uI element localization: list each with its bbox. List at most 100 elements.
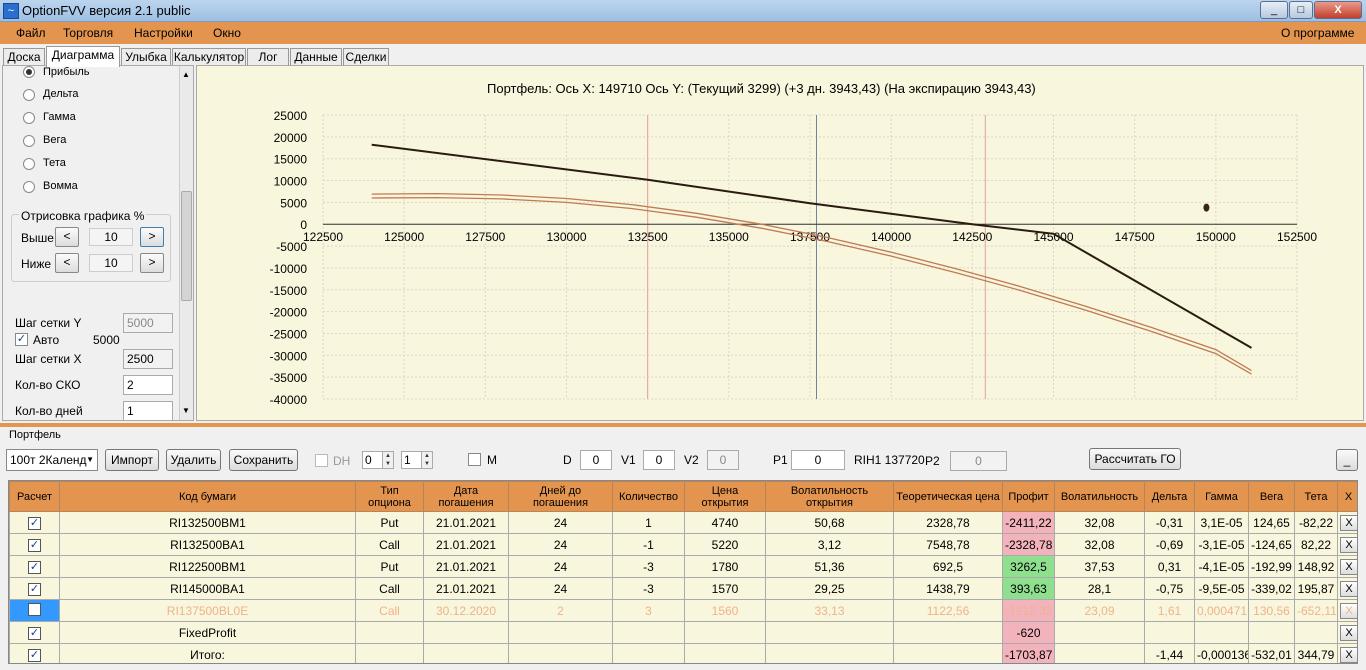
- radio-vomma[interactable]: [23, 181, 35, 193]
- radio-delta[interactable]: [23, 89, 35, 101]
- row-delete-button[interactable]: X: [1340, 536, 1357, 553]
- grid-y-input[interactable]: 5000: [123, 313, 173, 333]
- row-calc-checkbox[interactable]: ✓: [28, 583, 41, 596]
- v2-field[interactable]: 0: [707, 450, 739, 470]
- header-profit[interactable]: Профит: [1002, 481, 1055, 512]
- row-delete-button[interactable]: X: [1340, 580, 1357, 597]
- tab-diagram[interactable]: Диаграмма: [46, 46, 120, 67]
- header-code[interactable]: Код бумаги: [59, 481, 356, 512]
- p2-field[interactable]: 0: [950, 451, 1007, 471]
- save-button[interactable]: Сохранить: [229, 449, 298, 471]
- radio-profit[interactable]: [23, 66, 35, 78]
- radio-vega[interactable]: [23, 135, 35, 147]
- menu-settings[interactable]: Настройки: [134, 26, 193, 40]
- separator-bar[interactable]: [0, 423, 1366, 427]
- header-x[interactable]: X: [1337, 481, 1357, 512]
- menu-trade[interactable]: Торговля: [63, 26, 113, 40]
- close-button[interactable]: X: [1314, 1, 1362, 19]
- portfolio-select[interactable]: 100т 2Календ ▼: [6, 449, 98, 471]
- table-row[interactable]: ✓ Итого: -1703,87 -1,44 -0,000136 -532,01 344,…: [9, 643, 1357, 663]
- row-calc-cell[interactable]: ✓: [9, 621, 60, 644]
- header-expiry-date[interactable]: Дата погашения: [423, 481, 509, 512]
- maximize-button[interactable]: □: [1289, 1, 1313, 19]
- header-open-volatility[interactable]: Волатильность открытия: [765, 481, 894, 512]
- portfolio-minimize-button[interactable]: _: [1336, 449, 1358, 471]
- radio-gamma[interactable]: [23, 112, 35, 124]
- row-calc-checkbox[interactable]: ✓: [28, 539, 41, 552]
- scroll-down-icon[interactable]: ▼: [182, 406, 190, 415]
- header-option-type[interactable]: Тип опциона: [355, 481, 424, 512]
- sko-input[interactable]: 2: [123, 375, 173, 395]
- row-calc-checkbox[interactable]: ✓: [28, 517, 41, 530]
- row-calc-checkbox[interactable]: ✓: [28, 649, 41, 662]
- menu-file[interactable]: Файл: [16, 26, 46, 40]
- scroll-up-icon[interactable]: ▲: [182, 70, 190, 79]
- row-calc-cell[interactable]: ✓: [9, 533, 60, 556]
- header-vega[interactable]: Вега: [1248, 481, 1295, 512]
- row-calc-cell[interactable]: ✓: [9, 511, 60, 534]
- scroll-thumb[interactable]: [181, 191, 192, 301]
- days-input[interactable]: 1: [123, 401, 173, 420]
- import-button[interactable]: Импорт: [105, 449, 159, 471]
- left-panel-scrollbar[interactable]: ▲ ▼: [179, 66, 193, 420]
- d-field[interactable]: 0: [580, 450, 612, 470]
- header-theta[interactable]: Тета: [1294, 481, 1338, 512]
- tab-log[interactable]: Лог: [247, 48, 289, 66]
- spin2-arrows-icon[interactable]: ▲ ▼: [421, 452, 432, 468]
- grid-x-input[interactable]: 2500: [123, 349, 173, 369]
- tab-board[interactable]: Доска: [3, 48, 45, 66]
- header-calc[interactable]: Расчет: [9, 481, 60, 512]
- below-increase-button[interactable]: >: [140, 253, 164, 273]
- below-decrease-button[interactable]: <: [55, 253, 79, 273]
- row-delete-button[interactable]: X: [1340, 624, 1357, 641]
- row-calc-checkbox[interactable]: ✓: [28, 627, 41, 640]
- row-delete-button[interactable]: X: [1340, 514, 1357, 531]
- header-days-to-expiry[interactable]: Дней до погашения: [508, 481, 613, 512]
- header-quantity[interactable]: Количество: [612, 481, 685, 512]
- radio-vega-label: Вега: [43, 134, 67, 146]
- table-row[interactable]: ✓ RI132500BA1 Call 21.01.2021 24 -1 5220 3,12 75…: [9, 533, 1357, 556]
- spin2-input[interactable]: 1 ▲ ▼: [401, 451, 433, 469]
- header-theoretical-price[interactable]: Теоретическая цена: [893, 481, 1003, 512]
- table-row[interactable]: ✓ RI132500BM1 Put 21.01.2021 24 1 4740 50,68 232…: [9, 511, 1357, 534]
- header-delta[interactable]: Дельта: [1144, 481, 1195, 512]
- table-cell: [684, 621, 766, 644]
- calc-go-button[interactable]: Рассчитать ГО: [1089, 448, 1181, 470]
- row-calc-cell[interactable]: ✓: [9, 643, 60, 663]
- row-calc-cell[interactable]: ✓: [9, 555, 60, 578]
- header-gamma[interactable]: Гамма: [1194, 481, 1249, 512]
- row-calc-checkbox[interactable]: ✓: [28, 561, 41, 574]
- row-delete-button[interactable]: X: [1340, 646, 1357, 663]
- tab-smile[interactable]: Улыбка: [121, 48, 171, 66]
- above-increase-button[interactable]: >: [140, 227, 164, 247]
- spin1-input[interactable]: 0 ▲ ▼: [362, 451, 394, 469]
- radio-theta[interactable]: [23, 158, 35, 170]
- delete-button[interactable]: Удалить: [166, 449, 221, 471]
- tab-deals[interactable]: Сделки: [343, 48, 389, 66]
- row-delete-button[interactable]: X: [1340, 602, 1357, 619]
- tab-calculator[interactable]: Калькулятор: [172, 48, 246, 66]
- menu-about[interactable]: О программе: [1281, 26, 1354, 40]
- table-row[interactable]: ✓ FixedProfit -620 X: [9, 621, 1357, 644]
- table-row[interactable]: ✓ RI145000BA1 Call 21.01.2021 24 -3 1570 29,25 1…: [9, 577, 1357, 600]
- profit-chart[interactable]: 122500 125000 127500 130000 132500 135000 1375…: [197, 66, 1363, 420]
- header-open-price[interactable]: Цена открытия: [684, 481, 766, 512]
- row-calc-cell[interactable]: [9, 599, 60, 622]
- menu-window[interactable]: Окно: [213, 26, 241, 40]
- table-row[interactable]: RI137500BL0E Call 30.12.2020 2 3 1560 33,13 112…: [9, 599, 1357, 622]
- minimize-button[interactable]: _: [1260, 1, 1288, 19]
- m-checkbox[interactable]: [468, 453, 481, 466]
- auto-checkbox[interactable]: ✓: [15, 333, 28, 346]
- table-cell: [1054, 643, 1145, 663]
- p1-field[interactable]: 0: [791, 450, 845, 470]
- spin1-arrows-icon[interactable]: ▲ ▼: [382, 452, 393, 468]
- header-volatility[interactable]: Волатильность: [1054, 481, 1145, 512]
- v1-field[interactable]: 0: [643, 450, 675, 470]
- row-delete-button[interactable]: X: [1340, 558, 1357, 575]
- dh-checkbox[interactable]: [315, 454, 328, 467]
- table-row[interactable]: ✓ RI122500BM1 Put 21.01.2021 24 -3 1780 51,36 69…: [9, 555, 1357, 578]
- row-calc-checkbox[interactable]: [28, 602, 41, 616]
- above-decrease-button[interactable]: <: [55, 227, 79, 247]
- tab-data[interactable]: Данные: [290, 48, 342, 66]
- row-calc-cell[interactable]: ✓: [9, 577, 60, 600]
